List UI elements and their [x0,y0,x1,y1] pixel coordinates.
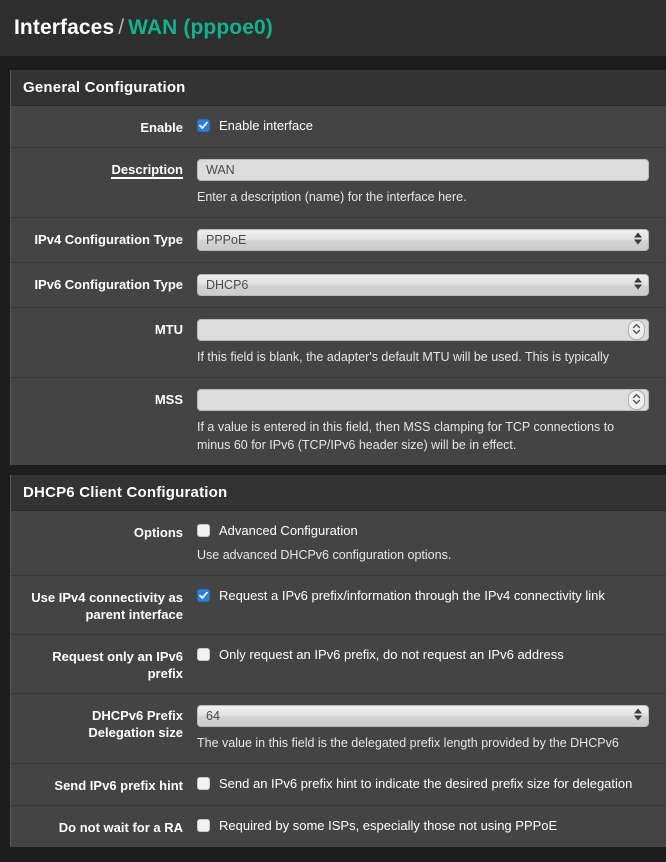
breadcrumb-separator: / [118,16,125,39]
panel-general-configuration: General Configuration Enable Enable inte… [10,70,666,465]
row-ipv4-configuration-type: IPv4 Configuration Type PPPoE [11,218,666,263]
checkbox-unchecked-icon [197,819,210,832]
row-mss: MSS If a value is entered in this field,… [11,378,666,465]
row-use-ipv4-connectivity: Use IPv4 connectivity as parent interfac… [11,576,666,635]
breadcrumb: Interfaces / WAN (pppoe0) [14,16,273,40]
field-options: Advanced Configuration Use advanced DHCP… [197,522,666,564]
ipv6-configuration-type-select[interactable]: DHCP6 [197,274,649,296]
field-enable: Enable interface [197,117,666,134]
breadcrumb-root[interactable]: Interfaces [14,16,114,39]
checkbox-label-advanced-configuration: Advanced Configuration [219,523,358,538]
checkbox-label-send-ipv6-prefix-hint: Send an IPv6 prefix hint to indicate the… [219,776,633,791]
field-description: Enter a description (name) for the inter… [197,159,666,206]
checkbox-unchecked-icon [197,524,210,537]
panel-title-dhcp6-client-configuration: DHCP6 Client Configuration [11,475,666,511]
field-ipv4-configuration-type: PPPoE [197,229,666,251]
checkbox-do-not-wait-for-ra[interactable]: Required by some ISPs, especially those … [197,817,666,834]
checkbox-only-request-ipv6-prefix[interactable]: Only request an IPv6 prefix, do not requ… [197,646,666,663]
row-dhcpv6-prefix-delegation-size: DHCPv6 Prefix Delegation size 64 The val… [11,694,666,764]
breadcrumb-current: WAN (pppoe0) [128,16,273,39]
checkbox-unchecked-icon [197,648,210,661]
checkbox-checked-icon [197,119,210,132]
checkbox-send-ipv6-prefix-hint[interactable]: Send an IPv6 prefix hint to indicate the… [197,775,666,792]
row-mtu: MTU If this field is blank, the adapter'… [11,308,666,378]
row-send-ipv6-prefix-hint: Send IPv6 prefix hint Send an IPv6 prefi… [11,764,666,806]
mss-input[interactable] [197,389,649,411]
row-description: Description Enter a description (name) f… [11,148,666,218]
checkbox-label-only-request-ipv6-prefix: Only request an IPv6 prefix, do not requ… [219,647,564,662]
label-line-2: prefix [147,666,183,681]
panel-title-general-configuration: General Configuration [11,70,666,106]
label-request-only-ipv6-prefix: Request only an IPv6 prefix [11,646,197,682]
label-send-ipv6-prefix-hint: Send IPv6 prefix hint [54,778,183,793]
label-line-2: parent interface [85,607,183,622]
label-options: Options [133,525,183,540]
help-dhcpv6-prefix-delegation-size: The value in this field is the delegated… [197,736,619,750]
label-line-1: Request only an IPv6 [52,649,183,664]
field-mtu: If this field is blank, the adapter's de… [197,319,666,366]
checkbox-enable-interface[interactable]: Enable interface [197,117,666,134]
checkbox-label-enable-interface: Enable interface [219,118,313,133]
label-use-ipv4-connectivity: Use IPv4 connectivity as parent interfac… [11,587,197,623]
row-options: Options Advanced Configuration Use advan… [11,511,666,576]
field-mss: If a value is entered in this field, the… [197,389,666,454]
row-request-only-ipv6-prefix: Request only an IPv6 prefix Only request… [11,635,666,694]
panel-dhcp6-client-configuration: DHCP6 Client Configuration Options Advan… [10,475,666,847]
label-description-tooltip[interactable]: Description [111,162,183,179]
dhcpv6-prefix-delegation-size-value: 64 [197,705,649,727]
label-line-1: Use IPv4 connectivity as [31,590,183,605]
help-mss-line1: If a value is entered in this field, the… [197,420,615,434]
checkbox-request-ipv6-prefix-via-ipv4[interactable]: Request a IPv6 prefix/information throug… [197,587,666,604]
help-options: Use advanced DHCPv6 configuration option… [197,548,452,562]
field-request-only-ipv6-prefix: Only request an IPv6 prefix, do not requ… [197,646,666,663]
dhcpv6-prefix-delegation-size-select[interactable]: 64 [197,705,649,727]
field-ipv6-configuration-type: DHCP6 [197,274,666,296]
row-enable: Enable Enable interface [11,106,666,148]
panel-spacer [0,465,666,475]
description-input[interactable] [197,159,649,181]
label-ipv4-configuration-type: IPv4 Configuration Type [34,232,183,247]
checkbox-checked-icon [197,589,210,602]
ipv4-configuration-type-value: PPPoE [197,229,649,251]
label-dhcpv6-prefix-delegation-size: DHCPv6 Prefix Delegation size [11,705,197,741]
help-mss-line2: minus 60 for IPv6 (TCP/IPv6 header size)… [197,438,517,452]
checkbox-advanced-configuration[interactable]: Advanced Configuration [197,522,666,539]
checkbox-label-do-not-wait-for-ra: Required by some ISPs, especially those … [219,818,558,833]
label-ipv6-configuration-type: IPv6 Configuration Type [34,277,183,292]
label-line-1: DHCPv6 Prefix [91,708,183,723]
label-mss: MSS [154,392,183,407]
ipv4-configuration-type-select[interactable]: PPPoE [197,229,649,251]
field-do-not-wait-for-ra: Required by some ISPs, especially those … [197,817,666,834]
header-spacer [0,56,666,70]
mss-number-field [197,389,649,411]
label-mtu: MTU [154,322,183,337]
mtu-input[interactable] [197,319,649,341]
checkbox-label-request-ipv6-prefix-via-ipv4: Request a IPv6 prefix/information throug… [219,588,605,603]
label-description: Description [11,159,197,179]
field-use-ipv4-connectivity: Request a IPv6 prefix/information throug… [197,587,666,604]
help-mtu: If this field is blank, the adapter's de… [197,350,610,364]
help-description: Enter a description (name) for the inter… [197,190,467,204]
label-do-not-wait-for-ra: Do not wait for a RA [58,820,183,835]
field-send-ipv6-prefix-hint: Send an IPv6 prefix hint to indicate the… [197,775,666,792]
label-enable: Enable [140,120,183,135]
ipv6-configuration-type-value: DHCP6 [197,274,649,296]
label-line-2: Delegation size [88,725,183,740]
mtu-number-field [197,319,649,341]
breadcrumb-bar: Interfaces / WAN (pppoe0) [0,0,666,56]
row-ipv6-configuration-type: IPv6 Configuration Type DHCP6 [11,263,666,308]
checkbox-unchecked-icon [197,777,210,790]
row-do-not-wait-for-ra: Do not wait for a RA Required by some IS… [11,806,666,847]
field-dhcpv6-prefix-delegation-size: 64 The value in this field is the delega… [197,705,666,752]
